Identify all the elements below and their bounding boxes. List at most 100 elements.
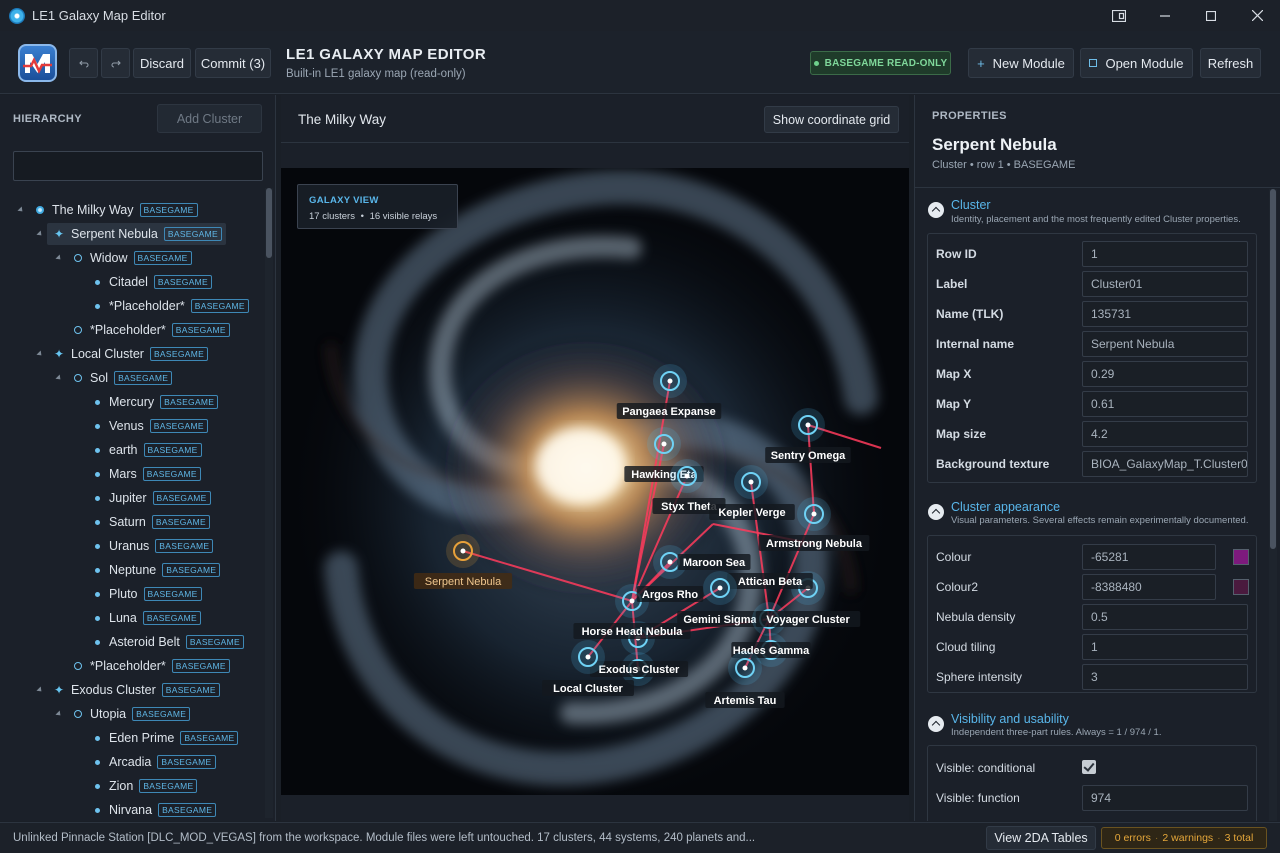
hierarchy-search-input[interactable] bbox=[13, 151, 263, 181]
basegame-badge: BASEGAME bbox=[133, 251, 192, 265]
basegame-badge: BASEGAME bbox=[149, 347, 209, 361]
color-swatch[interactable] bbox=[1233, 549, 1249, 565]
tree-node-planet[interactable]: Zion BASEGAME bbox=[91, 775, 198, 797]
properties-scroll-area[interactable]: Cluster Identity, placement and the most… bbox=[915, 187, 1280, 821]
tree-node-planet[interactable]: Mercury BASEGAME bbox=[91, 391, 219, 413]
tree-node-cluster[interactable]: ✦ Exodus Cluster BASEGAME bbox=[53, 679, 220, 701]
tree-node-system[interactable]: *Placeholder* BASEGAME bbox=[72, 319, 230, 341]
collapse-visibility-section-icon[interactable] bbox=[928, 716, 944, 732]
property-row: Colour -65281 bbox=[936, 544, 1256, 570]
refresh-button[interactable]: Refresh bbox=[1200, 48, 1261, 78]
tree-node-planet[interactable]: Mars BASEGAME bbox=[91, 463, 201, 485]
tree-node-system[interactable]: Widow BASEGAME bbox=[72, 247, 192, 269]
maximize-button[interactable] bbox=[1188, 0, 1234, 31]
tree-node-planet[interactable]: Neptune BASEGAME bbox=[91, 559, 221, 581]
basegame-badge: BASEGAME bbox=[171, 659, 230, 673]
basegame-badge: BASEGAME bbox=[142, 611, 201, 625]
cluster-dot bbox=[811, 511, 817, 517]
expand-caret-icon[interactable] bbox=[55, 254, 63, 262]
tree-node-system[interactable]: Utopia BASEGAME bbox=[72, 703, 191, 725]
property-label: Colour bbox=[936, 550, 972, 564]
tree-node-label: Local Cluster bbox=[71, 347, 144, 361]
planet-icon bbox=[91, 640, 103, 645]
galaxy-map-canvas[interactable]: Pangaea Expanse Hawking Eta Sentry Omega St… bbox=[281, 168, 909, 795]
tree-node-cluster[interactable]: ✦ Local Cluster BASEGAME bbox=[53, 343, 209, 365]
property-value-input[interactable]: Serpent Nebula bbox=[1082, 331, 1248, 357]
expand-caret-icon[interactable] bbox=[36, 230, 44, 238]
property-value-input[interactable]: -65281 bbox=[1082, 544, 1216, 570]
appearance-section-card: Colour -65281 Colour2 -8388480 Nebula densit… bbox=[927, 535, 1257, 693]
property-value-input[interactable]: 1 bbox=[1082, 634, 1248, 660]
property-value-input[interactable]: 4.2 bbox=[1082, 421, 1248, 447]
tree-node-planet[interactable]: Citadel BASEGAME bbox=[91, 271, 213, 293]
property-value-input[interactable]: 0.61 bbox=[1082, 391, 1248, 417]
tree-node-label: *Placeholder* bbox=[90, 323, 166, 337]
property-value-input[interactable]: 1 bbox=[1082, 241, 1248, 267]
tree-node-label: Sol bbox=[90, 371, 109, 385]
cluster-icon: ✦ bbox=[53, 683, 65, 697]
tree-node-system[interactable]: *Placeholder* BASEGAME bbox=[72, 655, 230, 677]
property-value-input[interactable]: BIOA_GalaxyMap_T.Cluster03 bbox=[1082, 451, 1248, 477]
property-row: Map Y 0.61 bbox=[936, 391, 1256, 417]
expand-caret-icon[interactable] bbox=[36, 350, 44, 358]
property-value-input[interactable]: 0.29 bbox=[1082, 361, 1248, 387]
tree-node-planet[interactable]: Jupiter BASEGAME bbox=[91, 487, 211, 509]
hierarchy-scrollbar[interactable] bbox=[265, 188, 273, 818]
snap-layout-button[interactable] bbox=[1096, 0, 1142, 31]
property-label: Visible: conditional bbox=[936, 761, 1036, 775]
tree-node-planet[interactable]: *Placeholder* BASEGAME bbox=[91, 295, 249, 317]
commit-button[interactable]: Commit (3) bbox=[195, 48, 271, 78]
property-value-input[interactable]: 974 bbox=[1082, 785, 1248, 811]
tree-node-planet[interactable]: Asteroid Belt BASEGAME bbox=[91, 631, 244, 653]
undo-button[interactable] bbox=[69, 48, 98, 78]
expand-caret-icon[interactable] bbox=[36, 686, 44, 694]
expand-caret-icon[interactable] bbox=[55, 374, 63, 382]
property-value-input[interactable]: 135731 bbox=[1082, 301, 1248, 327]
add-cluster-button[interactable]: Add Cluster bbox=[157, 104, 262, 133]
galaxy-view-stats: 17 clusters • 16 visible relays bbox=[309, 211, 438, 222]
tree-node-planet[interactable]: Saturn BASEGAME bbox=[91, 511, 210, 533]
tree-node-system[interactable]: Sol BASEGAME bbox=[72, 367, 173, 389]
cluster-label: Armstrong Nebula bbox=[766, 538, 863, 550]
view-2da-tables-button[interactable]: View 2DA Tables bbox=[986, 826, 1096, 850]
collapse-appearance-section-icon[interactable] bbox=[928, 504, 944, 520]
property-value-input[interactable]: 0.5 bbox=[1082, 604, 1248, 630]
property-value-input[interactable]: Cluster01 bbox=[1082, 271, 1248, 297]
close-button[interactable] bbox=[1234, 0, 1280, 31]
tree-node-cluster[interactable]: ✦ Serpent Nebula BASEGAME bbox=[47, 223, 226, 245]
show-grid-button[interactable]: Show coordinate grid bbox=[764, 106, 899, 133]
tree-node-planet[interactable]: Uranus BASEGAME bbox=[91, 535, 214, 557]
tree-node-galaxy[interactable]: The Milky Way BASEGAME bbox=[34, 199, 198, 221]
expand-caret-icon[interactable] bbox=[17, 206, 25, 214]
plus-icon: + bbox=[977, 55, 985, 71]
minimize-button[interactable] bbox=[1142, 0, 1188, 31]
property-value-input[interactable]: 3 bbox=[1082, 664, 1248, 690]
tree-node-planet[interactable]: Luna BASEGAME bbox=[91, 607, 201, 629]
tree-node-planet[interactable]: Nirvana BASEGAME bbox=[91, 799, 217, 817]
property-checkbox[interactable] bbox=[1082, 760, 1096, 774]
property-value-input[interactable]: -8388480 bbox=[1082, 574, 1216, 600]
color-swatch[interactable] bbox=[1233, 579, 1249, 595]
diagnostics-badge[interactable]: 0 errors · 2 warnings · 3 total bbox=[1101, 827, 1267, 849]
open-module-button[interactable]: Open Module bbox=[1080, 48, 1193, 78]
redo-button[interactable] bbox=[101, 48, 130, 78]
tree-node-planet[interactable]: Pluto BASEGAME bbox=[91, 583, 202, 605]
properties-scroll-thumb[interactable] bbox=[1270, 189, 1276, 549]
hierarchy-scroll-thumb[interactable] bbox=[266, 188, 272, 258]
tree-node-planet[interactable]: earth BASEGAME bbox=[91, 439, 202, 461]
properties-scrollbar[interactable] bbox=[1269, 189, 1277, 821]
new-module-button[interactable]: + New Module bbox=[968, 48, 1074, 78]
hierarchy-tree[interactable]: The Milky Way BASEGAME ✦ Serpent Nebula BASE… bbox=[0, 197, 264, 817]
cluster-dot bbox=[684, 473, 690, 479]
discard-button[interactable]: Discard bbox=[133, 48, 191, 78]
tree-node-planet[interactable]: Venus BASEGAME bbox=[91, 415, 208, 437]
expand-caret-icon[interactable] bbox=[55, 710, 63, 718]
collapse-cluster-section-icon[interactable] bbox=[928, 202, 944, 218]
app-icon bbox=[9, 7, 25, 24]
galaxy-map-svg[interactable]: Pangaea ExpanseHawking EtaSentry OmegaSt… bbox=[281, 168, 909, 795]
cluster-dot bbox=[585, 654, 591, 660]
tree-node-planet[interactable]: Arcadia BASEGAME bbox=[91, 751, 216, 773]
system-icon bbox=[72, 326, 84, 334]
properties-panel: PROPERTIES Serpent Nebula Cluster • row … bbox=[914, 95, 1280, 821]
tree-node-planet[interactable]: Eden Prime BASEGAME bbox=[91, 727, 239, 749]
